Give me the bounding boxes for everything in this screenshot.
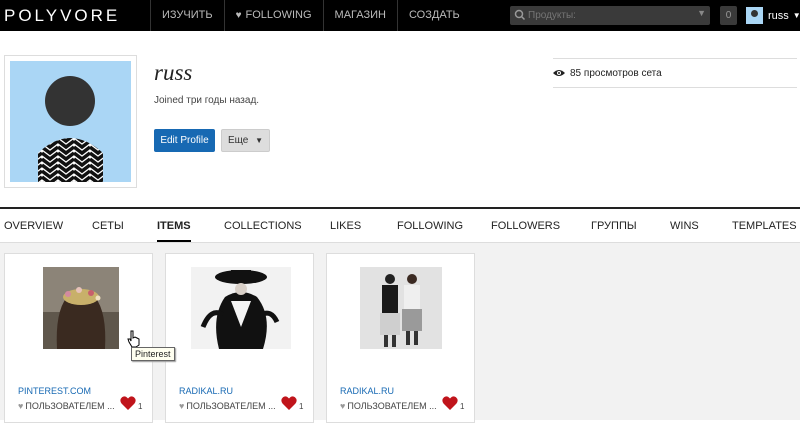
tab-followers[interactable]: FOLLOWERS <box>491 209 560 243</box>
item-image <box>360 267 442 349</box>
item-image <box>191 267 291 349</box>
top-navigation-bar: POLYVORE ИЗУЧИТЬ ♥ FOLLOWING МАГАЗИН СОЗД… <box>0 0 800 31</box>
nav-shop[interactable]: МАГАЗИН <box>322 0 397 31</box>
like-count: 1 <box>299 402 304 411</box>
username: russ <box>768 9 789 22</box>
heart-icon: ♥ <box>235 10 242 21</box>
eye-icon <box>553 70 565 76</box>
default-avatar-image <box>10 61 131 182</box>
tooltip: Pinterest <box>131 347 175 361</box>
item-source-link[interactable]: RADIKAL.RU <box>179 386 233 396</box>
item-saved-by: ♥ ПОЛЬЗОВАТЕЛЕМ ... <box>179 401 279 411</box>
search-icon <box>514 9 526 21</box>
tab-collections[interactable]: COLLECTIONS <box>224 209 302 243</box>
logo[interactable]: POLYVORE <box>4 6 120 26</box>
tab-templates[interactable]: TEMPLATES <box>732 209 797 243</box>
heart-icon: ♥ <box>340 401 346 411</box>
views-count: 85 просмотров сета <box>570 67 662 79</box>
tab-groups[interactable]: ГРУППЫ <box>591 209 637 243</box>
profile-name: russ <box>154 60 193 85</box>
search-input[interactable] <box>528 7 693 24</box>
more-label: Еще <box>228 135 249 146</box>
profile-tabs: OVERVIEW СЕТЫ ITEMS COLLECTIONS LIKES FO… <box>0 207 800 243</box>
item-saved-by-text: ПОЛЬЗОВАТЕЛЕМ ... <box>347 401 437 411</box>
nav-following[interactable]: ♥ FOLLOWING <box>223 0 323 31</box>
item-thumbnail[interactable] <box>360 267 442 349</box>
tab-likes[interactable]: LIKES <box>330 209 361 243</box>
edit-profile-button[interactable]: Edit Profile <box>154 129 215 152</box>
nav-create[interactable]: СОЗДАТЬ <box>396 0 471 31</box>
item-source-link[interactable]: RADIKAL.RU <box>340 386 394 396</box>
joined-date: Joined три годы назад. <box>154 95 260 106</box>
tab-items[interactable]: ITEMS <box>157 209 191 242</box>
user-menu[interactable]: russ ▼ <box>746 6 800 25</box>
hand-cursor-icon <box>127 330 140 348</box>
search-box[interactable]: ▼ <box>510 6 710 25</box>
item-card[interactable]: RADIKAL.RU ♥ ПОЛЬЗОВАТЕЛЕМ ... 1 <box>326 253 475 423</box>
item-thumbnail[interactable] <box>191 267 291 349</box>
item-thumbnail[interactable] <box>43 267 119 349</box>
heart-icon: ♥ <box>179 401 185 411</box>
nav-explore[interactable]: ИЗУЧИТЬ <box>150 0 224 31</box>
like-heart-icon[interactable] <box>281 395 297 411</box>
item-source-link[interactable]: PINTEREST.COM <box>18 386 91 396</box>
tab-following[interactable]: FOLLOWING <box>397 209 463 243</box>
avatar <box>746 7 763 24</box>
item-saved-by-text: ПОЛЬЗОВАТЕЛЕМ ... <box>186 401 276 411</box>
item-saved-by-text: ПОЛЬЗОВАТЕЛЕМ ... <box>25 401 115 411</box>
item-saved-by: ♥ ПОЛЬЗОВАТЕЛЕМ ... <box>340 401 440 411</box>
notification-counter[interactable]: 0 <box>720 6 737 25</box>
set-views-stat: 85 просмотров сета <box>553 58 797 88</box>
item-card[interactable]: RADIKAL.RU ♥ ПОЛЬЗОВАТЕЛЕМ ... 1 <box>165 253 314 423</box>
like-count: 1 <box>138 402 143 411</box>
caret-down-icon: ▼ <box>255 136 263 145</box>
chevron-down-icon[interactable]: ▼ <box>697 8 706 18</box>
like-heart-icon[interactable] <box>120 395 136 411</box>
like-count: 1 <box>460 402 465 411</box>
like-heart-icon[interactable] <box>442 395 458 411</box>
tab-sets[interactable]: СЕТЫ <box>92 209 124 243</box>
main-nav: ИЗУЧИТЬ ♥ FOLLOWING МАГАЗИН СОЗДАТЬ <box>150 0 471 31</box>
tab-wins[interactable]: WINS <box>670 209 699 243</box>
tab-overview[interactable]: OVERVIEW <box>4 209 63 243</box>
more-dropdown-button[interactable]: Еще ▼ <box>221 129 270 152</box>
profile-avatar <box>4 55 137 188</box>
heart-icon: ♥ <box>18 401 24 411</box>
item-saved-by: ♥ ПОЛЬЗОВАТЕЛЕМ ... <box>18 401 118 411</box>
nav-following-label: FOLLOWING <box>245 9 312 21</box>
item-image <box>43 267 119 349</box>
caret-down-icon: ▼ <box>792 11 800 20</box>
